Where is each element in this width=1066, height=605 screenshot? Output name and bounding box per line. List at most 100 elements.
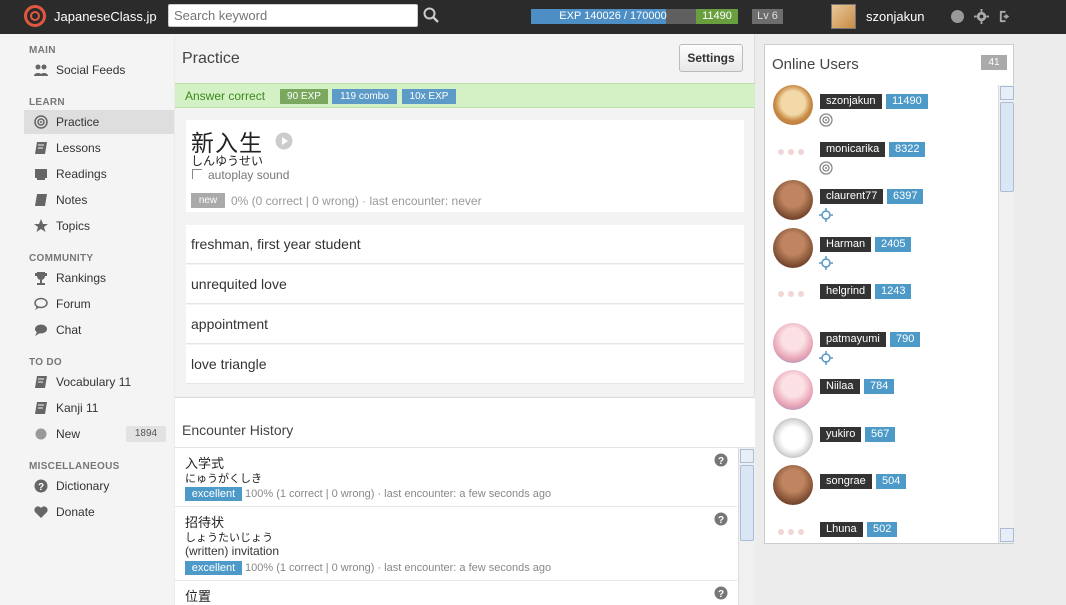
scroll-thumb[interactable] (1000, 102, 1014, 192)
user-name[interactable]: patmayumi (820, 331, 886, 347)
notes-icon (35, 194, 47, 206)
user-score: 6397 (887, 189, 924, 204)
user-name[interactable]: Harman (820, 236, 872, 252)
scroll-up-icon[interactable] (740, 449, 754, 463)
user-score: 1243 (875, 284, 912, 299)
history-scrollbar[interactable] (738, 448, 755, 605)
sidebar-item-label: Topics (56, 219, 91, 233)
user-score: 2405 (875, 236, 912, 252)
user-score: 784 (864, 379, 895, 394)
avatar[interactable] (773, 322, 813, 363)
user-name[interactable]: monicarika (820, 141, 886, 157)
encounter-history-panel: Encounter History 入学式 にゅうがくしき excellent … (175, 397, 755, 605)
help-icon[interactable]: ? (714, 512, 728, 526)
search-input[interactable] (168, 4, 418, 27)
user-row[interactable]: monicarika 8322 (765, 133, 998, 181)
scroll-up-icon[interactable] (1000, 86, 1014, 100)
sidebar-item-notes[interactable]: Notes (24, 188, 174, 212)
history-badge: excellent (185, 561, 242, 575)
history-entry[interactable]: 入学式 にゅうがくしき excellent 100% (1 correct | … (175, 448, 737, 507)
user-row[interactable]: Niilaa 784 (765, 370, 998, 418)
score-badge: 11490 (696, 9, 738, 24)
answer-option[interactable]: freshman, first year student (186, 225, 744, 264)
answer-option[interactable]: unrequited love (186, 265, 744, 304)
crosshair-icon (819, 208, 833, 222)
sidebar-item-topics[interactable]: Topics (24, 214, 174, 238)
user-row[interactable]: songrae 504 (765, 465, 998, 513)
target-icon (34, 115, 48, 129)
target-icon (819, 160, 833, 175)
user-row[interactable]: yukiro 567 (765, 417, 998, 466)
sidebar-item-donate[interactable]: Donate (24, 500, 174, 524)
book-icon (35, 402, 47, 414)
scroll-thumb[interactable] (740, 465, 754, 541)
user-name[interactable]: Niilaa (820, 379, 860, 394)
search-icon[interactable] (423, 7, 439, 23)
help-icon[interactable]: ? (714, 586, 728, 600)
status-badge: new (191, 193, 225, 208)
answer-option[interactable]: appointment (186, 305, 744, 344)
practice-panel: Practice Settings Answer correct 90 EXP … (175, 34, 755, 396)
sidebar-item-social-feeds[interactable]: Social Feeds (24, 58, 174, 82)
answer-option-label: unrequited love (191, 276, 287, 292)
user-row[interactable]: claurent77 6397 (765, 180, 998, 228)
user-score: 8322 (889, 141, 926, 157)
sidebar-item-vocabulary[interactable]: Vocabulary 11 (24, 370, 174, 394)
avatar[interactable] (773, 180, 813, 220)
username[interactable]: szonjakun (866, 9, 925, 24)
help-icon: ? (34, 479, 48, 493)
user-name[interactable]: songrae (820, 474, 872, 489)
site-name[interactable]: JapaneseClass.jp (54, 9, 157, 24)
heart-icon (34, 506, 48, 518)
user-row[interactable]: Lhuna 502 (765, 513, 998, 544)
sidebar-item-practice[interactable]: Practice (24, 110, 174, 134)
history-entry[interactable]: 招待状 しょうたいじょう (written) invitation excell… (175, 507, 737, 581)
user-score: 504 (876, 474, 907, 489)
sidebar-item-label: New (56, 427, 81, 441)
sidebar-item-dictionary[interactable]: ? Dictionary (24, 474, 174, 498)
user-score: 11490 (886, 94, 928, 109)
autoplay-checkbox[interactable] (192, 169, 202, 179)
user-name[interactable]: claurent77 (820, 189, 884, 204)
play-sound-icon[interactable] (275, 132, 293, 150)
answer-option[interactable]: love triangle (186, 345, 744, 384)
section-title-learn: LEARN (29, 97, 65, 108)
logout-icon[interactable] (998, 9, 1013, 24)
scroll-down-icon[interactable] (1000, 528, 1014, 542)
avatar[interactable] (773, 465, 813, 505)
status-dot-icon[interactable] (950, 9, 965, 24)
avatar[interactable] (773, 85, 813, 125)
sidebar-item-forum[interactable]: Forum (24, 292, 174, 316)
avatar-placeholder-icon (778, 291, 804, 297)
gear-icon[interactable] (974, 9, 989, 24)
sidebar-item-chat[interactable]: Chat (24, 318, 174, 342)
svg-text:?: ? (38, 482, 44, 493)
logo-icon[interactable] (24, 5, 46, 27)
settings-button[interactable]: Settings (679, 44, 743, 72)
avatar[interactable] (773, 417, 813, 458)
users-scrollbar[interactable] (998, 85, 1014, 543)
avatar[interactable] (831, 4, 856, 29)
user-row[interactable]: Harman 2405 (765, 227, 998, 276)
user-row[interactable]: patmayumi 790 (765, 322, 998, 371)
history-badge: excellent (185, 487, 242, 501)
user-name[interactable]: szonjakun (820, 94, 882, 109)
history-entry[interactable]: 位置 ? (175, 581, 737, 605)
user-name[interactable]: Lhuna (820, 521, 863, 537)
sidebar-item-lessons[interactable]: Lessons (24, 136, 174, 160)
avatar[interactable] (773, 370, 813, 410)
sidebar-item-new[interactable]: New 1894 (24, 422, 174, 446)
sidebar-item-kanji[interactable]: Kanji 11 (24, 396, 174, 420)
avatar[interactable] (773, 227, 813, 268)
user-name[interactable]: yukiro (820, 426, 862, 442)
help-icon[interactable]: ? (714, 453, 728, 467)
sidebar-item-readings[interactable]: Readings (24, 162, 174, 186)
sidebar: MAIN Social Feeds LEARN Practice Lessons… (0, 34, 174, 605)
user-name[interactable]: helgrind (820, 284, 872, 299)
history-stats: 100% (1 correct | 0 wrong) · last encoun… (245, 562, 552, 574)
sidebar-item-label: Notes (56, 193, 88, 207)
user-row[interactable]: helgrind 1243 (765, 275, 998, 323)
user-row[interactable]: szonjakun 11490 (765, 85, 998, 133)
online-users-panel: Online Users 41 szonjakun 11490 monicarika… (764, 44, 1014, 544)
sidebar-item-rankings[interactable]: Rankings (24, 266, 174, 290)
